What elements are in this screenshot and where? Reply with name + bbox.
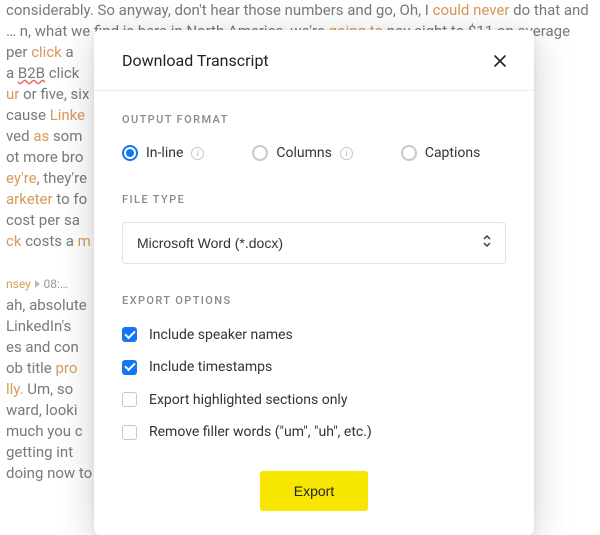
close-icon: [492, 53, 508, 69]
radio-icon: [401, 145, 417, 161]
info-icon[interactable]: i: [340, 147, 353, 160]
option-label: Export highlighted sections only: [149, 389, 347, 411]
checkbox-icon: [122, 360, 137, 375]
radio-icon: [252, 145, 268, 161]
radio-label: Captions: [425, 142, 481, 164]
output-format-inline[interactable]: In-line i: [122, 142, 204, 164]
option-include-timestamps[interactable]: Include timestamps: [122, 356, 506, 378]
option-label: Remove filler words ("um", "uh", etc.): [149, 421, 372, 443]
radio-label: In-line: [146, 142, 183, 164]
file-type-value[interactable]: Microsoft Word (*.docx): [122, 222, 506, 264]
export-button[interactable]: Export: [260, 471, 368, 511]
radio-label: Columns: [276, 142, 331, 164]
checkbox-icon: [122, 392, 137, 407]
output-format-columns[interactable]: Columns i: [252, 142, 352, 164]
output-format-captions[interactable]: Captions: [401, 142, 481, 164]
file-type-select[interactable]: Microsoft Word (*.docx): [122, 222, 506, 264]
export-options-label: EXPORT OPTIONS: [122, 292, 506, 310]
output-format-label: OUTPUT FORMAT: [122, 111, 506, 129]
close-button[interactable]: [488, 49, 512, 73]
checkbox-icon: [122, 425, 137, 440]
file-type-label: FILE TYPE: [122, 191, 506, 209]
export-options-list: Include speaker names Include timestamps…: [122, 324, 506, 444]
output-format-group: In-line i Columns i Captions: [122, 142, 506, 164]
info-icon[interactable]: i: [191, 147, 204, 160]
option-include-speaker-names[interactable]: Include speaker names: [122, 324, 506, 346]
option-remove-fillers[interactable]: Remove filler words ("um", "uh", etc.): [122, 421, 506, 443]
select-caret-icon: [482, 231, 492, 255]
option-label: Include timestamps: [149, 356, 272, 378]
option-label: Include speaker names: [149, 324, 293, 346]
download-transcript-modal: Download Transcript OUTPUT FORMAT In-lin…: [94, 30, 534, 535]
modal-header: Download Transcript: [94, 30, 534, 91]
radio-icon: [122, 145, 138, 161]
checkbox-icon: [122, 327, 137, 342]
modal-title: Download Transcript: [122, 48, 269, 74]
option-highlighted-only[interactable]: Export highlighted sections only: [122, 389, 506, 411]
